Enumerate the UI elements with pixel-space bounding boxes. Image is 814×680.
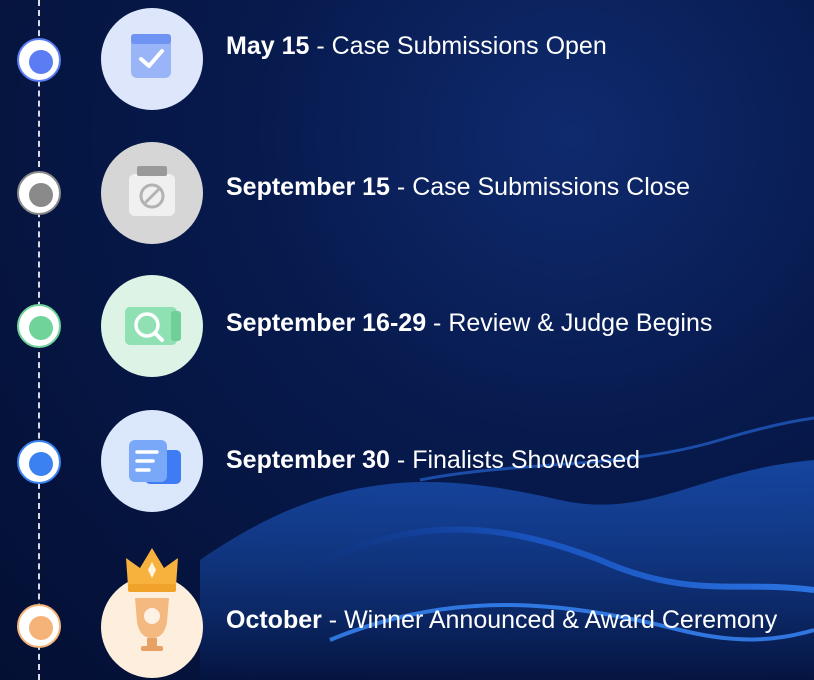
milestone-description: Review & Judge Begins — [448, 309, 713, 337]
document-icon — [101, 410, 203, 512]
checkbox-icon — [101, 8, 203, 110]
milestone-row: October - Winner Announced & Award Cerem… — [0, 544, 814, 680]
milestone-label: September 15 - Case Submissions Close — [226, 173, 691, 201]
milestone-date: September 15 — [226, 173, 390, 201]
timeline-node — [17, 171, 61, 215]
milestone-row: May 15 - Case Submissions Open — [0, 4, 814, 114]
milestone-row: September 30 - Finalists Showcased — [0, 410, 814, 520]
milestone-description: Winner Announced & Award Ceremony — [344, 606, 778, 634]
timeline-node — [17, 304, 61, 348]
crown-icon — [126, 548, 178, 592]
milestone-date: October — [226, 606, 322, 634]
milestone-description: Case Submissions Close — [412, 173, 691, 201]
milestone-label: September 30 - Finalists Showcased — [226, 446, 641, 474]
magnifier-icon — [101, 275, 203, 377]
timeline-node — [17, 440, 61, 484]
milestone-label: May 15 - Case Submissions Open — [226, 32, 607, 60]
milestone-description: Finalists Showcased — [412, 446, 641, 474]
milestone-date: September 16-29 — [226, 309, 427, 337]
milestone-date: May 15 — [226, 32, 310, 60]
milestone-label: September 16-29 - Review & Judge Begins — [226, 309, 713, 337]
milestone-row: September 16-29 - Review & Judge Begins — [0, 275, 814, 385]
milestone-description: Case Submissions Open — [331, 32, 607, 60]
closed-box-icon — [101, 142, 203, 244]
milestone-label: October - Winner Announced & Award Cerem… — [226, 606, 778, 634]
milestone-row: September 15 - Case Submissions Close — [0, 139, 814, 249]
timeline-node — [17, 38, 61, 82]
milestone-date: September 30 — [226, 446, 390, 474]
timeline-node — [17, 604, 61, 648]
